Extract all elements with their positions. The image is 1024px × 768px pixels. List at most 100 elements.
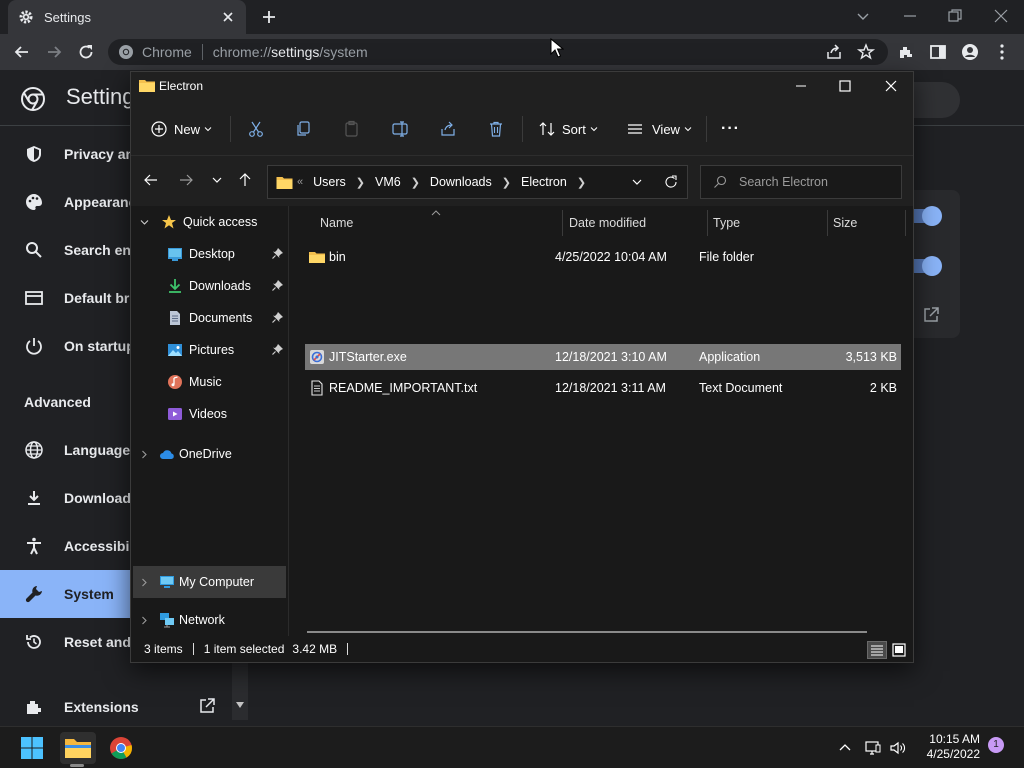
column-divider[interactable] bbox=[562, 210, 563, 236]
menu-kebab-icon[interactable] bbox=[992, 42, 1012, 62]
chevron-up-icon[interactable] bbox=[836, 739, 854, 757]
minimize-icon[interactable] bbox=[793, 78, 809, 94]
nav-documents[interactable]: Documents bbox=[131, 302, 289, 334]
column-header-size[interactable]: Size bbox=[833, 206, 857, 240]
tab-search-icon[interactable] bbox=[853, 6, 873, 26]
breadcrumb-separator-icon[interactable]: ❯ bbox=[577, 176, 586, 189]
chevron-right-icon[interactable] bbox=[140, 616, 149, 625]
nav-my-computer[interactable]: My Computer bbox=[133, 566, 286, 598]
breadcrumb-separator-icon[interactable]: ❯ bbox=[502, 176, 511, 189]
breadcrumb-vm6[interactable]: VM6 bbox=[375, 175, 401, 189]
nav-label: Quick access bbox=[183, 215, 258, 229]
paste-button[interactable] bbox=[343, 119, 361, 139]
reload-icon[interactable] bbox=[76, 42, 96, 62]
minimize-icon[interactable] bbox=[900, 6, 920, 26]
file-type: File folder bbox=[699, 250, 754, 264]
sort-button[interactable]: Sort bbox=[538, 119, 598, 139]
notification-badge[interactable]: 1 bbox=[988, 737, 1004, 753]
new-tab-icon[interactable] bbox=[260, 8, 278, 26]
breadcrumb-electron[interactable]: Electron bbox=[521, 175, 567, 189]
pin-icon[interactable] bbox=[272, 248, 283, 259]
copy-button[interactable] bbox=[295, 119, 313, 139]
new-button[interactable]: New bbox=[150, 119, 212, 139]
system-clock[interactable]: 10:15 AM 4/25/2022 bbox=[916, 732, 980, 762]
delete-button[interactable] bbox=[487, 119, 505, 139]
chevron-down-icon[interactable] bbox=[632, 178, 642, 186]
close-tab-icon[interactable] bbox=[220, 9, 236, 25]
back-icon[interactable] bbox=[12, 42, 32, 62]
scissors-icon bbox=[249, 121, 263, 137]
nav-music[interactable]: Music bbox=[131, 366, 289, 398]
nav-onedrive[interactable]: OneDrive bbox=[131, 438, 289, 470]
advanced-section-label[interactable]: Advanced bbox=[24, 394, 91, 410]
network-status-icon[interactable] bbox=[864, 739, 882, 757]
column-header-date-modified[interactable]: Date modified bbox=[569, 206, 646, 240]
column-divider[interactable] bbox=[827, 210, 828, 236]
explorer-titlebar[interactable]: Electron bbox=[131, 72, 913, 102]
nav-downloads[interactable]: Downloads bbox=[131, 270, 289, 302]
omnibox[interactable]: Chrome chrome://settings/system bbox=[108, 39, 888, 65]
volume-icon[interactable] bbox=[889, 739, 907, 757]
settings-scrollbar[interactable] bbox=[232, 660, 248, 720]
profile-icon[interactable] bbox=[960, 42, 980, 62]
share-button[interactable] bbox=[439, 119, 457, 139]
column-header-type[interactable]: Type bbox=[713, 206, 740, 240]
recent-locations-icon[interactable] bbox=[209, 172, 225, 188]
pin-icon[interactable] bbox=[272, 312, 283, 323]
nav-quick-access[interactable]: Quick access bbox=[131, 206, 289, 238]
nav-network[interactable]: Network bbox=[131, 604, 289, 636]
scroll-down-icon[interactable] bbox=[236, 702, 244, 708]
forward-icon[interactable] bbox=[44, 42, 64, 62]
up-arrow-icon[interactable] bbox=[237, 172, 253, 188]
cut-button[interactable] bbox=[247, 119, 265, 139]
rename-button[interactable] bbox=[391, 119, 409, 139]
share-icon[interactable] bbox=[824, 42, 844, 62]
column-header-name[interactable]: Name bbox=[320, 206, 353, 240]
forward-arrow-icon[interactable] bbox=[178, 172, 194, 188]
restore-icon[interactable] bbox=[945, 6, 965, 26]
close-window-icon[interactable] bbox=[991, 6, 1011, 26]
file-row-readme[interactable]: README_IMPORTANT.txt 12/18/2021 3:11 AM … bbox=[305, 375, 901, 401]
breadcrumb-users[interactable]: Users bbox=[313, 175, 346, 189]
close-icon[interactable] bbox=[883, 78, 899, 94]
chevron-down-icon[interactable] bbox=[140, 218, 149, 227]
breadcrumb-separator-icon[interactable]: ❯ bbox=[411, 176, 420, 189]
more-options-button[interactable]: ··· bbox=[721, 119, 740, 139]
column-divider[interactable] bbox=[905, 210, 906, 236]
breadcrumb-separator-icon[interactable]: ❯ bbox=[356, 176, 365, 189]
search-input[interactable]: Search Electron bbox=[700, 165, 902, 199]
pin-icon[interactable] bbox=[272, 280, 283, 291]
nav-pictures[interactable]: Pictures bbox=[131, 334, 289, 366]
large-icons-view-button[interactable] bbox=[889, 641, 909, 659]
back-arrow-icon[interactable] bbox=[143, 172, 159, 188]
maximize-icon[interactable] bbox=[837, 78, 853, 94]
start-button[interactable] bbox=[18, 734, 46, 762]
side-panel-icon[interactable] bbox=[928, 42, 948, 62]
breadcrumb-downloads[interactable]: Downloads bbox=[430, 175, 492, 189]
view-button[interactable]: View bbox=[626, 119, 692, 139]
horizontal-scrollbar[interactable] bbox=[307, 631, 867, 633]
file-row-jitstarter[interactable]: JITStarter.exe 12/18/2021 3:10 AM Applic… bbox=[305, 344, 901, 370]
trash-icon bbox=[490, 121, 502, 137]
breadcrumb-overflow[interactable]: « bbox=[297, 176, 303, 188]
address-bar[interactable]: « Users ❯ VM6 ❯ Downloads ❯ Electron ❯ bbox=[267, 165, 688, 199]
chevron-right-icon[interactable] bbox=[140, 450, 149, 459]
url-host: settings bbox=[271, 44, 320, 60]
rename-icon bbox=[392, 121, 408, 137]
taskbar-chrome[interactable] bbox=[107, 734, 135, 762]
bookmark-star-icon[interactable] bbox=[856, 42, 876, 62]
chevron-right-icon[interactable] bbox=[140, 578, 149, 587]
pin-icon[interactable] bbox=[272, 344, 283, 355]
tab-settings[interactable]: Settings bbox=[8, 0, 246, 34]
nav-extensions[interactable]: Extensions bbox=[0, 683, 232, 731]
taskbar-file-explorer[interactable] bbox=[60, 732, 96, 764]
external-link-icon[interactable] bbox=[922, 306, 940, 324]
nav-desktop[interactable]: Desktop bbox=[131, 238, 289, 270]
refresh-icon[interactable] bbox=[664, 175, 678, 189]
details-view-button[interactable] bbox=[867, 641, 887, 659]
file-row-bin[interactable]: bin 4/25/2022 10:04 AM File folder bbox=[305, 244, 901, 270]
nav-videos[interactable]: Videos bbox=[131, 398, 289, 430]
column-divider[interactable] bbox=[707, 210, 708, 236]
extensions-icon[interactable] bbox=[896, 42, 916, 62]
file-name: bin bbox=[329, 250, 346, 264]
